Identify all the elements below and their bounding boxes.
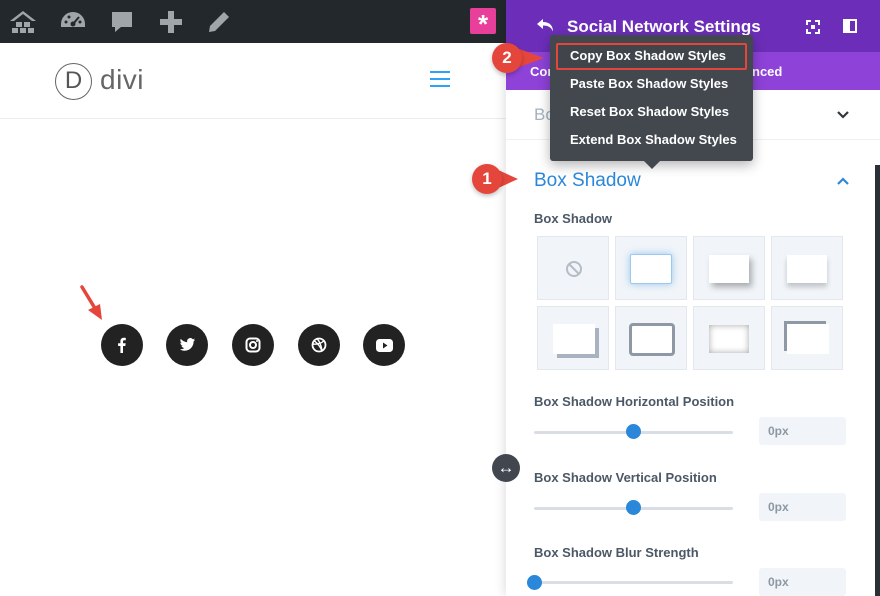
undo-icon[interactable] <box>536 18 554 34</box>
blur-strength-label: Box Shadow Blur Strength <box>534 545 699 560</box>
box-shadow-label: Box Shadow <box>534 211 613 226</box>
shadow-preset-none[interactable] <box>537 236 609 300</box>
hamburger-menu-icon[interactable] <box>430 71 450 87</box>
wordpress-multisite-icon[interactable] <box>8 7 38 37</box>
blur-strength-input[interactable]: 0px <box>759 568 846 596</box>
split-view-icon[interactable] <box>843 19 857 33</box>
vertical-position-input[interactable]: 0px <box>759 493 846 521</box>
shadow-preset-3[interactable] <box>771 236 843 300</box>
logo-mark[interactable]: D <box>55 63 92 100</box>
menu-item-extend-styles[interactable]: Extend Box Shadow Styles <box>570 132 737 147</box>
step-marker-2: 2 <box>492 43 552 73</box>
menu-item-paste-styles[interactable]: Paste Box Shadow Styles <box>570 76 728 91</box>
logo-text[interactable]: divi <box>100 64 144 96</box>
shadow-preset-5[interactable] <box>615 306 687 370</box>
chevron-down-icon[interactable] <box>836 108 850 122</box>
site-header: D divi <box>0 43 506 119</box>
dribbble-icon[interactable] <box>298 324 340 366</box>
comment-icon[interactable] <box>107 7 137 37</box>
horizontal-position-input[interactable]: 0px <box>759 417 846 445</box>
shadow-preset-4[interactable] <box>537 306 609 370</box>
step-marker-2-number: 2 <box>492 43 522 73</box>
section-title-box-shadow[interactable]: Box Shadow <box>534 170 641 192</box>
pencil-icon[interactable] <box>204 7 234 37</box>
vertical-position-label: Box Shadow Vertical Position <box>534 470 717 485</box>
fullscreen-icon[interactable] <box>806 20 820 34</box>
annotation-arrow-icon <box>80 285 102 320</box>
chevron-up-icon[interactable] <box>836 174 850 188</box>
box-shadow-context-menu: Copy Box Shadow Styles Paste Box Shadow … <box>550 35 753 169</box>
youtube-icon[interactable] <box>363 324 405 366</box>
step-marker-1-number: 1 <box>472 164 502 194</box>
shadow-preset-2[interactable] <box>693 236 765 300</box>
resize-handle-icon[interactable]: ↔ <box>492 454 520 482</box>
instagram-icon[interactable] <box>232 324 274 366</box>
facebook-icon[interactable] <box>101 324 143 366</box>
asterisk-icon[interactable]: * <box>470 8 496 39</box>
blur-strength-knob[interactable] <box>526 575 542 590</box>
shadow-preset-7[interactable] <box>771 306 843 370</box>
tab-advanced[interactable]: nced <box>752 64 782 79</box>
no-shadow-icon <box>566 261 582 277</box>
step-marker-1: 1 <box>472 164 522 194</box>
dashboard-gauge-icon[interactable] <box>58 7 88 37</box>
horizontal-position-label: Box Shadow Horizontal Position <box>534 394 735 409</box>
panel-scrollbar[interactable] <box>875 165 880 596</box>
twitter-icon[interactable] <box>166 324 208 366</box>
panel-title: Social Network Settings <box>567 17 761 36</box>
horizontal-position-knob[interactable] <box>626 424 641 439</box>
shadow-preset-6[interactable] <box>693 306 765 370</box>
vertical-position-knob[interactable] <box>626 500 641 515</box>
menu-item-reset-styles[interactable]: Reset Box Shadow Styles <box>570 104 729 119</box>
admin-bar: * <box>0 0 506 43</box>
plus-icon[interactable] <box>156 7 186 37</box>
shadow-preset-1[interactable] <box>615 236 687 300</box>
blur-strength-slider[interactable] <box>534 581 733 584</box>
menu-item-copy-styles[interactable]: Copy Box Shadow Styles <box>570 48 726 63</box>
